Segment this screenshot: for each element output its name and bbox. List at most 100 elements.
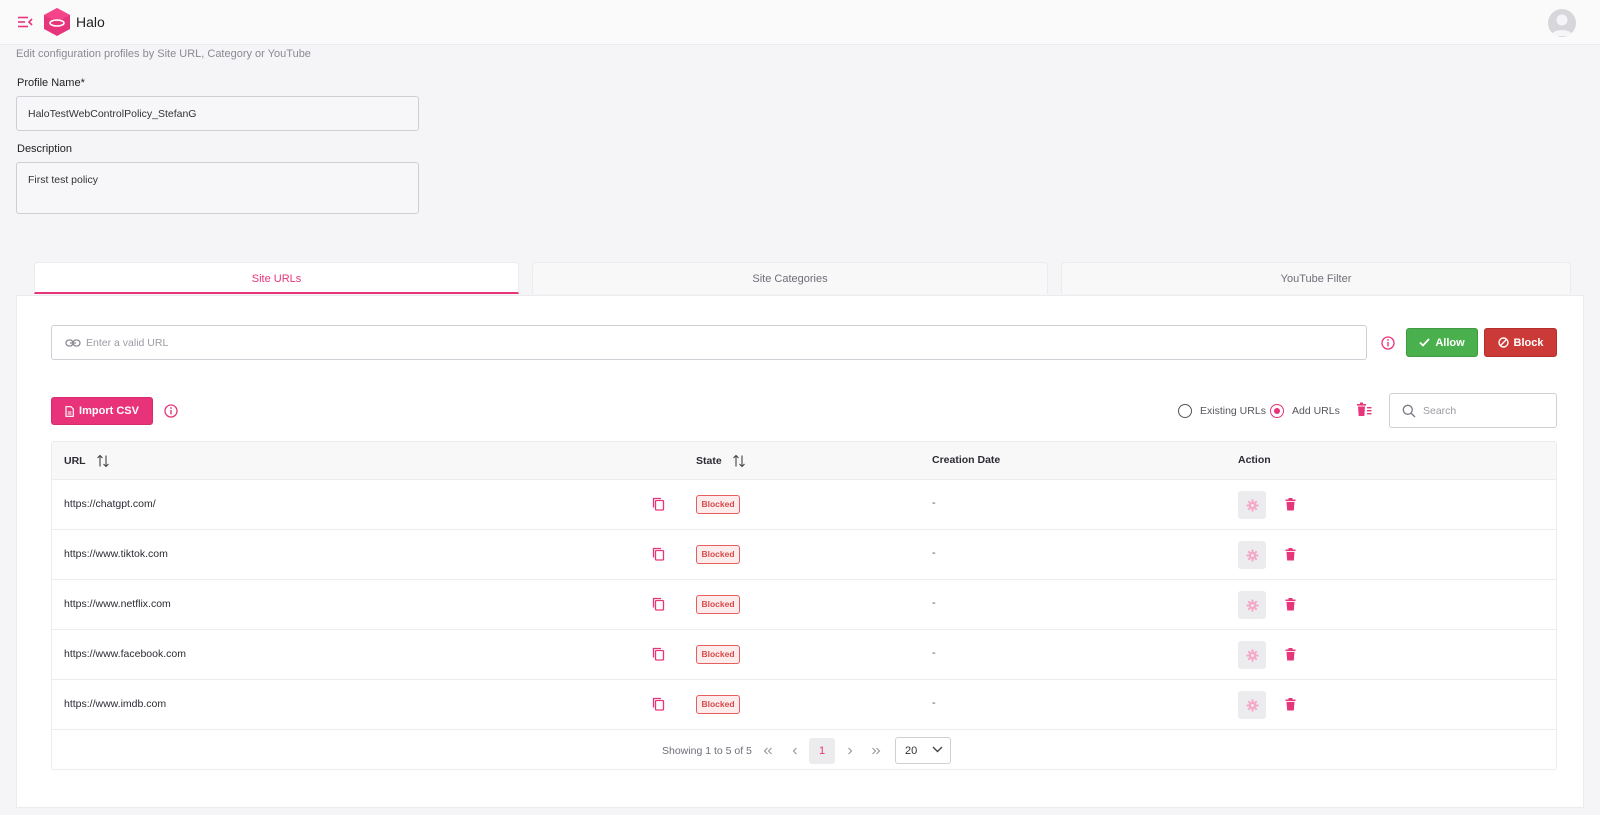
chevron-right-icon — [848, 747, 853, 755]
file-icon — [65, 405, 74, 417]
table-row: https://www.netflix.com Blocked - — [52, 580, 1556, 630]
trash-icon[interactable] — [1285, 498, 1296, 511]
status-badge: Blocked — [696, 545, 740, 564]
trash-icon[interactable] — [1285, 648, 1296, 661]
table-header: URL State Creation Date Action — [52, 442, 1556, 480]
halo-logo-icon — [44, 8, 70, 36]
sort-icon[interactable] — [732, 454, 746, 468]
gear-icon — [1246, 549, 1258, 561]
block-button-label: Block — [1513, 336, 1544, 349]
column-action-label: Action — [1238, 454, 1271, 466]
page-size-value: 20 — [905, 745, 918, 757]
status-badge: Blocked — [696, 495, 740, 514]
row-creation-date: - — [932, 697, 936, 709]
copy-icon[interactable] — [652, 497, 665, 511]
info-icon[interactable] — [164, 404, 178, 418]
column-creation-date: Creation Date — [932, 454, 1000, 466]
copy-icon[interactable] — [652, 697, 665, 711]
block-icon — [1497, 337, 1509, 348]
status-badge: Blocked — [696, 595, 740, 614]
import-csv-button[interactable]: Import CSV — [51, 397, 153, 425]
copy-icon[interactable] — [652, 597, 665, 611]
row-creation-date: - — [932, 497, 936, 509]
link-icon — [65, 339, 81, 347]
status-badge: Blocked — [696, 695, 740, 714]
description-field[interactable]: First test policy — [16, 162, 419, 214]
radio-existing-urls[interactable]: Existing URLs — [1178, 403, 1266, 419]
copy-icon[interactable] — [652, 647, 665, 661]
brand-name: Halo — [76, 14, 105, 30]
chevron-down-icon — [932, 746, 943, 753]
gear-icon — [1246, 599, 1258, 611]
radio-add-urls-label: Add URLs — [1292, 405, 1340, 417]
profile-name-label: Profile Name* — [17, 77, 85, 89]
status-badge: Blocked — [696, 645, 740, 664]
radio-add-urls[interactable]: Add URLs — [1270, 403, 1340, 419]
row-creation-date: - — [932, 597, 936, 609]
prev-page-button[interactable] — [782, 738, 808, 764]
settings-button[interactable] — [1238, 641, 1266, 669]
column-creation-date-label: Creation Date — [932, 454, 1001, 466]
tab-site-categories[interactable]: Site Categories — [532, 262, 1048, 294]
profile-name-field[interactable] — [16, 96, 419, 131]
delete-all-icon[interactable] — [1356, 402, 1372, 418]
double-chevron-right-icon — [872, 747, 881, 755]
table-row: https://www.imdb.com Blocked - — [52, 680, 1556, 730]
sort-icon[interactable] — [96, 454, 110, 468]
trash-icon[interactable] — [1285, 598, 1296, 611]
search-input[interactable] — [1423, 403, 1543, 419]
column-url-label: URL — [64, 455, 86, 467]
import-csv-label: Import CSV — [79, 405, 139, 417]
trash-icon[interactable] — [1285, 698, 1296, 711]
pagination-summary: Showing 1 to 5 of 5 — [662, 745, 752, 757]
settings-button[interactable] — [1238, 691, 1266, 719]
radio-existing-urls-label: Existing URLs — [1200, 405, 1266, 417]
url-input-wrapper — [51, 325, 1367, 360]
radio-existing-urls-control[interactable] — [1178, 404, 1192, 418]
menu-collapse-icon[interactable] — [17, 14, 33, 30]
gear-icon — [1246, 649, 1258, 661]
row-url: https://www.netflix.com — [64, 598, 171, 610]
search-box — [1389, 393, 1557, 428]
info-icon[interactable] — [1381, 336, 1395, 350]
row-url: https://www.tiktok.com — [64, 548, 168, 560]
tab-youtube-filter[interactable]: YouTube Filter — [1061, 262, 1571, 294]
description-label: Description — [17, 143, 73, 155]
user-avatar-icon[interactable] — [1548, 9, 1576, 37]
url-input[interactable] — [86, 334, 1286, 352]
double-chevron-left-icon — [763, 747, 772, 755]
column-action: Action — [1238, 454, 1271, 466]
next-page-button[interactable] — [837, 738, 863, 764]
column-state: State — [696, 454, 746, 468]
copy-icon[interactable] — [652, 547, 665, 561]
allow-button-label: Allow — [1435, 336, 1465, 349]
top-bar: Halo — [0, 0, 1600, 45]
search-icon — [1402, 404, 1416, 418]
allow-button[interactable]: Allow — [1406, 328, 1478, 357]
settings-button[interactable] — [1238, 491, 1266, 519]
tab-site-urls[interactable]: Site URLs — [34, 262, 519, 294]
row-url: https://www.imdb.com — [64, 698, 167, 710]
row-url: https://www.facebook.com — [64, 648, 186, 660]
table-row: https://www.tiktok.com Blocked - — [52, 530, 1556, 580]
radio-add-urls-control[interactable] — [1270, 404, 1284, 418]
column-url: URL — [64, 454, 110, 468]
tabs-area: Site URLs Site Categories YouTube Filter… — [16, 262, 1584, 808]
gear-icon — [1246, 699, 1258, 711]
page-size-select[interactable]: 20 — [895, 737, 951, 764]
page-subtitle: Edit configuration profiles by Site URL,… — [16, 48, 311, 60]
first-page-button[interactable] — [755, 738, 781, 764]
block-button[interactable]: Block — [1484, 328, 1557, 357]
page-button-current[interactable]: 1 — [809, 738, 835, 764]
trash-icon[interactable] — [1285, 548, 1296, 561]
pagination: Showing 1 to 5 of 5 1 20 — [52, 732, 1556, 770]
table-row: https://chatgpt.com/ Blocked - — [52, 480, 1556, 530]
gear-icon — [1246, 499, 1258, 511]
check-icon — [1419, 338, 1430, 347]
urls-table: URL State Creation Date Action https://c… — [51, 441, 1557, 770]
settings-button[interactable] — [1238, 591, 1266, 619]
row-creation-date: - — [932, 547, 936, 559]
chevron-left-icon — [792, 747, 797, 755]
last-page-button[interactable] — [863, 738, 889, 764]
settings-button[interactable] — [1238, 541, 1266, 569]
